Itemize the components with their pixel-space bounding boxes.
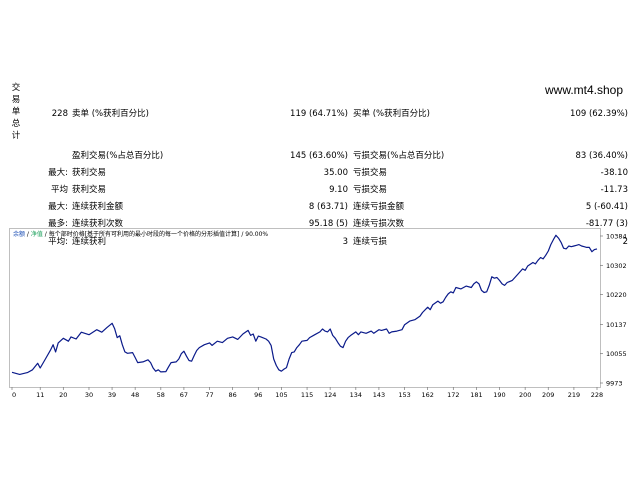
y-tick-label: 10137 — [606, 321, 627, 329]
x-tick-label: 181 — [470, 391, 482, 399]
equity-legend: 净值 — [30, 231, 43, 238]
stats-row-value: 119 (64.71%) — [290, 109, 348, 119]
x-tick-label: 228 — [591, 391, 603, 399]
x-tick-label: 48 — [131, 391, 139, 399]
x-tick-label: 86 — [229, 391, 237, 399]
y-tick-label: 10220 — [606, 291, 627, 299]
stats-row-prefix: 最大: — [48, 168, 68, 178]
x-tick-label: 162 — [421, 391, 433, 399]
stats-row-value: 109 (62.39%) — [570, 109, 628, 119]
balance-legend: 余额 — [13, 231, 26, 238]
stats-row-label: 亏损交易 — [353, 168, 388, 178]
x-tick-label: 20 — [59, 391, 67, 399]
plot-area-border — [9, 228, 601, 388]
stats-row-label: 获利交易 — [72, 168, 107, 178]
x-tick-label: 153 — [398, 391, 410, 399]
x-tick-label: 30 — [85, 391, 93, 399]
x-tick-label: 124 — [324, 391, 336, 399]
stats-row-value: 5 (-60.41) — [585, 202, 628, 212]
x-tick-label: 67 — [180, 391, 188, 399]
stats-row-value: 9.10 — [329, 185, 348, 195]
x-tick-label: 115 — [301, 391, 313, 399]
x-axis: 0 11 20 30 39 48 58 67 77 86 96 105 115 124 134 143 153 1… — [11, 387, 603, 399]
x-tick-label: 11 — [36, 391, 44, 399]
x-tick-label: 134 — [350, 391, 362, 399]
stats-row-prefix: 平均 — [50, 185, 68, 195]
x-tick-label: 0 — [12, 391, 16, 399]
balance-chart-svg: 0 11 20 30 39 48 58 67 77 86 96 105 115 124 134 143 153 1… — [9, 228, 627, 399]
balance-chart: 0 11 20 30 39 48 58 67 77 86 96 105 115 124 134 143 153 1… — [9, 228, 628, 402]
x-tick-label: 143 — [373, 391, 385, 399]
x-tick-label: 105 — [275, 391, 287, 399]
side-label-char: 交 — [11, 83, 21, 93]
stats-row-label: 亏损交易 — [353, 185, 388, 195]
stats-row-label: 买单 (%获利百分比) — [353, 109, 430, 119]
side-label-char: 总 — [11, 119, 21, 129]
x-tick-label: 39 — [108, 391, 116, 399]
series-layer — [11, 234, 598, 375]
modeling-quality: 90.00% — [245, 231, 269, 238]
y-tick-label: 10302 — [606, 262, 627, 270]
stats-row-label: 盈利交易(%占总百分比) — [72, 151, 164, 161]
stats-row-label: 连续亏损金额 — [353, 202, 405, 212]
x-tick-label: 96 — [254, 391, 262, 399]
stats-row-label: 获利交易 — [72, 185, 107, 195]
side-label-char: 易 — [11, 95, 21, 105]
y-tick-label: 10055 — [606, 350, 627, 358]
stats-row: 228 — [51, 109, 68, 119]
x-tick-label: 209 — [542, 391, 554, 399]
y-tick-label: 9973 — [606, 380, 623, 388]
stats-row-value: 35.00 — [323, 168, 348, 178]
stats-row-value: -11.73 — [600, 185, 628, 195]
x-tick-label: 172 — [447, 391, 459, 399]
x-tick-label: 219 — [568, 391, 580, 399]
balance-line — [11, 234, 598, 375]
stats-row-value: 145 (63.60%) — [290, 151, 348, 161]
stats-row-value: -38.10 — [600, 168, 628, 178]
watermark-site: www.mt4.shop — [545, 83, 624, 97]
stats-row-prefix: 最大: — [48, 202, 68, 212]
x-tick-label: 58 — [157, 391, 165, 399]
y-tick-label: 10384 — [606, 233, 627, 241]
y-axis: 10384 10302 10220 10137 10055 9973 — [600, 233, 627, 388]
x-tick-label: 190 — [493, 391, 505, 399]
stats-row-label: 卖单 (%获利百分比) — [72, 109, 149, 119]
x-tick-label: 200 — [519, 391, 531, 399]
side-label-char: 计 — [11, 131, 21, 141]
stats-row-label: 亏损交易(%占总百分比) — [353, 151, 445, 161]
x-tick-label: 77 — [205, 391, 213, 399]
stats-row-value: 8 (63.71) — [308, 202, 348, 212]
stats-row-value: 83 (36.40%) — [575, 151, 628, 161]
chart-header: 余额 / 净值 / 每个部时价格[基于所有可利用的最小时段的每一个价格的分形插值… — [13, 229, 268, 238]
modeling-description: 每个部时价格[基于所有可利用的最小时段的每一个价格的分形插值计算] — [48, 231, 240, 238]
stats-row-label: 连续获利金额 — [72, 202, 124, 212]
